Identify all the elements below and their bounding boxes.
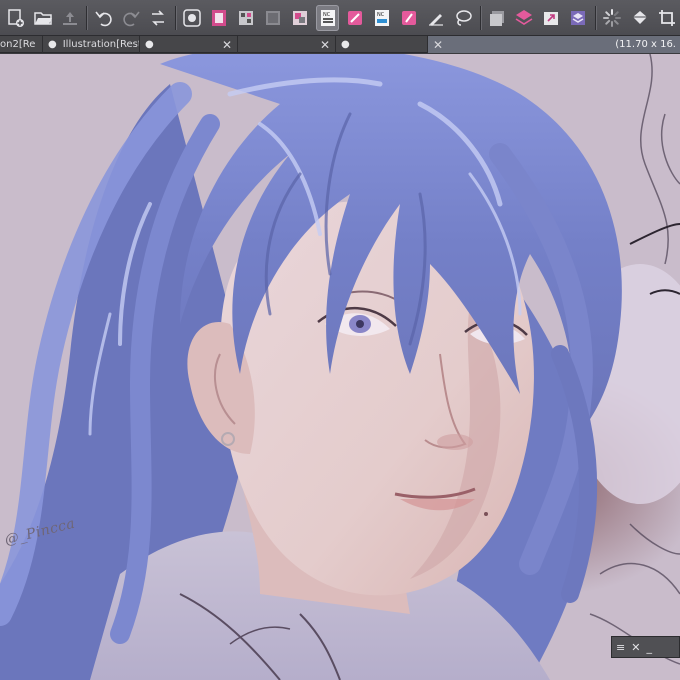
lasso-icon[interactable] [452, 5, 475, 31]
nc-layer-icon[interactable]: NC [315, 4, 340, 31]
fill-icon[interactable] [628, 5, 651, 31]
nc-blue-icon[interactable]: NC [370, 5, 393, 31]
layer-grid-icon[interactable] [235, 5, 258, 31]
close-tab-icon[interactable]: ✕ [222, 38, 232, 52]
toolbar-separator [594, 5, 596, 30]
illustration-artwork [0, 54, 680, 680]
canvas-size-label: (11.70 x 16. [615, 39, 676, 50]
modified-dot-icon: ● [341, 39, 350, 50]
open-folder-icon[interactable] [31, 5, 54, 31]
svg-text:NC: NC [323, 12, 331, 18]
save-icon[interactable] [58, 5, 81, 31]
folder-arrow-icon[interactable] [540, 5, 563, 31]
canvas-area[interactable]: @_Pincca [0, 54, 680, 680]
modified-dot-icon: ● [145, 39, 154, 50]
svg-text:NC: NC [377, 12, 385, 18]
clear-icon[interactable] [180, 5, 203, 31]
layers-purple-icon[interactable] [567, 5, 590, 31]
tab-document-1[interactable]: on2[Re [0, 36, 43, 53]
document-tabs: on2[Re ● Illustration[Resto ● ✕ ✕ ● ✕ (1… [0, 36, 680, 53]
clip-studio-window: NC NC on2[Re ● Illustration[Resto ● ✕ ✕ … [0, 0, 680, 680]
close-icon[interactable]: ✕ [631, 641, 640, 654]
close-tab-icon[interactable]: ✕ [433, 38, 443, 52]
toolbar-separator [174, 5, 176, 30]
layer-stack-icon[interactable] [486, 5, 509, 31]
tab-active-document[interactable]: ✕ (11.70 x 16. [428, 36, 680, 53]
crop-icon[interactable] [655, 5, 678, 31]
tab-document-5[interactable]: ● [336, 36, 428, 53]
new-file-icon[interactable] [4, 5, 27, 31]
redo-icon[interactable] [119, 5, 142, 31]
minimize-icon[interactable]: _ [646, 641, 652, 654]
loading-icon[interactable] [601, 5, 624, 31]
floating-panel[interactable]: ≡ ✕ _ [611, 636, 680, 658]
toolbar-separator [86, 5, 88, 30]
pink-layer-icon[interactable] [397, 5, 420, 31]
pen-pink-icon[interactable] [343, 5, 366, 31]
transform-icon[interactable] [146, 5, 169, 31]
menu-icon[interactable]: ≡ [616, 641, 625, 654]
ruler-pen-icon[interactable] [424, 5, 447, 31]
toolbar-separator [479, 5, 481, 30]
layers-pink-icon[interactable] [513, 5, 536, 31]
command-bar: NC NC [0, 0, 680, 36]
thumbnail-icon[interactable] [262, 5, 285, 31]
layer-pink-icon[interactable] [289, 5, 312, 31]
undo-icon[interactable] [92, 5, 115, 31]
close-tab-icon[interactable]: ✕ [320, 38, 330, 52]
modified-dot-icon: ● [48, 39, 57, 50]
tab-label: on2[Re [0, 39, 36, 50]
tab-document-4[interactable]: ✕ [238, 36, 336, 53]
tab-label: Illustration[Resto [62, 39, 140, 50]
tab-document-3[interactable]: ● ✕ [140, 36, 238, 53]
film-icon[interactable] [208, 5, 231, 31]
tab-illustration[interactable]: ● Illustration[Resto [43, 36, 140, 53]
